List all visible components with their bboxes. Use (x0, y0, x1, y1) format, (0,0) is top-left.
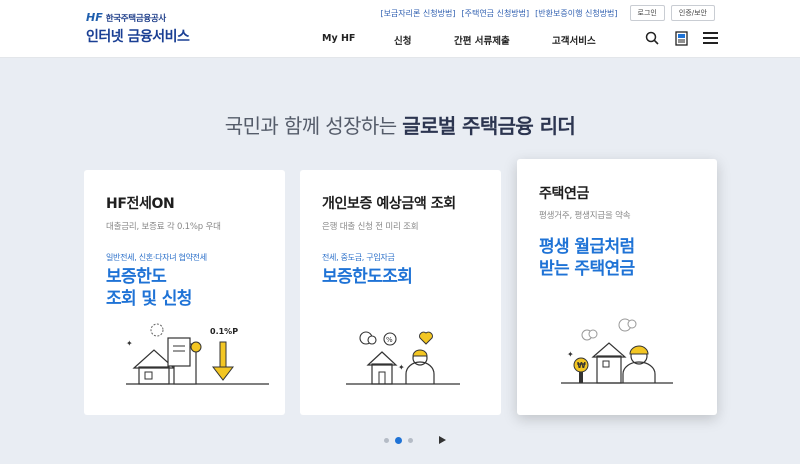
hero-headline: 국민과 함께 성장하는 글로벌 주택금융 리더 (0, 110, 800, 139)
carousel-pager (384, 436, 446, 444)
nav-customer-service[interactable]: 고객서비스 (552, 33, 622, 47)
card-headline: 평생 월급처럼 받는 주택연금 (539, 236, 635, 280)
card-headline-line1: 보증한도 (106, 267, 167, 287)
hamburger-menu-icon[interactable] (702, 30, 718, 46)
site-header: HF 한국주택금융공사 인터넷 금융서비스 [보금자리론 신청방법] [주택연금… (0, 0, 800, 58)
util-link-pension[interactable]: [주택연금 신청방법] (461, 8, 529, 19)
logo-org-name: 한국주택금융공사 (105, 13, 166, 24)
card-personal-guarantee[interactable]: 개인보증 예상금액 조회 은행 대출 신청 전 미리 조회 전세, 중도금, 구… (300, 170, 501, 415)
login-button[interactable]: 로그인 (629, 5, 665, 21)
hf-logo-mark: HF (86, 11, 103, 24)
card-headline-line2: 조회 및 신청 (106, 289, 192, 309)
svg-text:✦: ✦ (126, 339, 133, 348)
card-headline-line1: 보증한도조회 (322, 267, 413, 287)
card-title: HF전세ON (106, 196, 175, 212)
headline-bold: 글로벌 주택금융 리더 (402, 114, 576, 138)
card-housing-pension[interactable]: 주택연금 평생거주, 평생지급을 약속 평생 월급처럼 받는 주택연금 ✦ ₩ (517, 159, 717, 415)
pager-dot-2[interactable] (395, 436, 402, 444)
card-desc: 평생거주, 평생지급을 약속 (539, 211, 631, 221)
search-icon[interactable] (644, 30, 660, 46)
senior-house-coin-illustration: ✦ ₩ (561, 318, 673, 384)
card-tag: 일반전세, 신혼·다자녀 협약전세 (106, 253, 207, 262)
nav-my-hf[interactable]: My HF (322, 33, 394, 47)
play-icon[interactable] (439, 436, 446, 444)
won-coin-label: ₩ (577, 361, 586, 370)
card-headline: 보증한도조회 (322, 266, 413, 288)
card-title: 주택연금 (539, 186, 589, 202)
main-nav: My HF 신청 간편 서류제출 고객서비스 (322, 33, 622, 47)
logo-service-name: 인터넷 금융서비스 (86, 29, 190, 45)
header-icons (644, 30, 718, 46)
svg-text:%: % (386, 336, 393, 344)
rate-label: 0.1%P (210, 327, 238, 336)
card-desc: 대출금리, 보증료 각 0.1%p 우대 (106, 222, 221, 232)
util-link-guarantee[interactable]: [반환보증이행 신청방법] (535, 8, 617, 19)
card-hf-jeonse-on[interactable]: HF전세ON 대출금리, 보증료 각 0.1%p 우대 일반전세, 신혼·다자녀… (84, 170, 285, 415)
headline-normal: 국민과 함께 성장하는 (224, 114, 403, 138)
auth-security-button[interactable]: 인증/보안 (670, 5, 715, 21)
nav-document-submit[interactable]: 간편 서류제출 (454, 33, 552, 47)
nav-apply[interactable]: 신청 (394, 33, 454, 47)
card-desc: 은행 대출 신청 전 미리 조회 (322, 222, 419, 232)
card-headline-line2: 받는 주택연금 (539, 259, 635, 279)
util-link-bogeumjari[interactable]: [보금자리론 신청방법] (380, 8, 455, 19)
card-headline: 보증한도 조회 및 신청 (106, 266, 192, 310)
pager-dot-3[interactable] (408, 437, 413, 443)
svg-text:✦: ✦ (567, 350, 574, 359)
document-icon[interactable] (673, 30, 689, 46)
card-title: 개인보증 예상금액 조회 (322, 196, 456, 212)
card-tag: 전세, 중도금, 구입자금 (322, 253, 395, 262)
svg-text:✦: ✦ (398, 363, 405, 372)
site-logo[interactable]: HF 한국주택금융공사 인터넷 금융서비스 (86, 11, 190, 46)
pager-dot-1[interactable] (384, 437, 389, 443)
house-rate-down-illustration: ✦ 0.1%P (126, 323, 269, 385)
person-house-illustration: % ✦ (346, 331, 460, 385)
utility-bar: [보금자리론 신청방법] [주택연금 신청방법] [반환보증이행 신청방법] 로… (380, 5, 715, 21)
card-headline-line1: 평생 월급처럼 (539, 237, 635, 257)
